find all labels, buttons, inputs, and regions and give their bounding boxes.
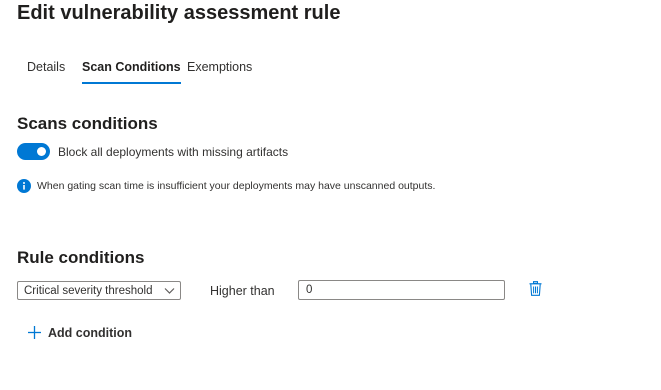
scans-conditions-heading: Scans conditions bbox=[17, 114, 158, 133]
toggle-knob bbox=[37, 147, 46, 156]
severity-threshold-value: Critical severity threshold bbox=[24, 285, 153, 297]
add-condition-label: Add condition bbox=[48, 326, 133, 340]
info-icon bbox=[17, 179, 31, 193]
info-message: When gating scan time is insufficient yo… bbox=[37, 180, 436, 192]
block-deployments-label: Block all deployments with missing artif… bbox=[58, 145, 289, 159]
rule-conditions-heading: Rule conditions bbox=[17, 248, 145, 267]
severity-threshold-dropdown[interactable]: Critical severity threshold bbox=[17, 281, 181, 300]
tab-details[interactable]: Details bbox=[27, 58, 65, 76]
threshold-value-input[interactable] bbox=[298, 280, 505, 300]
chevron-down-icon bbox=[164, 288, 175, 294]
block-deployments-toggle[interactable] bbox=[17, 143, 50, 160]
trash-icon[interactable] bbox=[529, 281, 542, 296]
tab-exemptions[interactable]: Exemptions bbox=[187, 58, 252, 76]
tab-scan-conditions[interactable]: Scan Conditions bbox=[82, 58, 181, 84]
page-title: Edit vulnerability assessment rule bbox=[17, 2, 341, 24]
edit-rule-page: Edit vulnerability assessment rule Detai… bbox=[0, 0, 661, 390]
plus-icon bbox=[28, 326, 41, 339]
operator-label: Higher than bbox=[210, 284, 275, 298]
